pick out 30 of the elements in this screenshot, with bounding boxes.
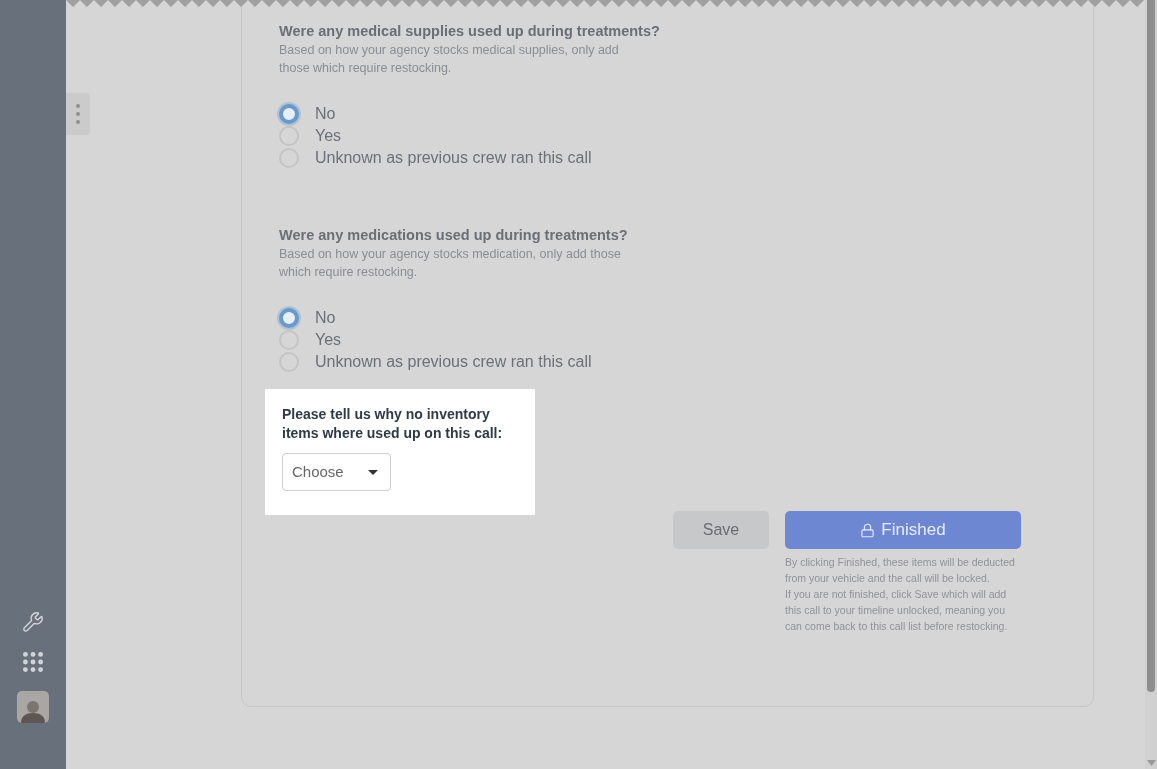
save-button[interactable]: Save — [673, 511, 769, 549]
reason-dropdown[interactable]: Choose — [282, 453, 391, 491]
avatar[interactable] — [17, 691, 49, 723]
question-title: Were any medications used up during treatments? — [279, 226, 629, 245]
radio-label: No — [315, 104, 336, 124]
apps-grid-icon[interactable] — [20, 649, 46, 675]
radio-label: Unknown as previous crew ran this call — [315, 352, 592, 372]
radio-button[interactable] — [279, 126, 299, 146]
drawer-handle[interactable] — [66, 93, 90, 135]
kebab-icon — [76, 104, 80, 124]
reason-label: Please tell us why no inventory items where used up on this call: — [282, 405, 504, 443]
info-note: If you are not finished, click Save which will add this call to your timeline unlocked, meaning you can come back to this call list before restocking. — [785, 587, 1009, 634]
question-hint: Based on how your agency stocks medication, only add those which require restocking. — [279, 246, 622, 281]
finished-button[interactable]: Finished — [785, 511, 1021, 549]
scrollbar-thumb[interactable] — [1147, 0, 1155, 692]
scroll-down-arrow-icon — [1146, 760, 1156, 766]
scrollbar[interactable] — [1145, 0, 1157, 769]
radio-button[interactable] — [279, 104, 299, 124]
question-hint: Based on how your agency stocks medical supplies, only add those which require restocking. — [279, 42, 620, 77]
radio-label: Yes — [315, 126, 342, 146]
question-title: Were any medical supplies used up during treatments? — [279, 22, 661, 41]
radio-label: Unknown as previous crew ran this call — [315, 148, 592, 168]
radio-button[interactable] — [279, 308, 299, 328]
radio-button[interactable] — [279, 330, 299, 350]
info-note: By clicking Finished, these items will be deducted from your vehicle and the call will be locked. — [785, 555, 1016, 586]
radio-label: Yes — [315, 330, 342, 350]
caret-icon — [368, 469, 378, 475]
lock-icon — [860, 522, 876, 538]
wrench-icon[interactable] — [22, 611, 44, 633]
radio-label: No — [315, 308, 336, 328]
